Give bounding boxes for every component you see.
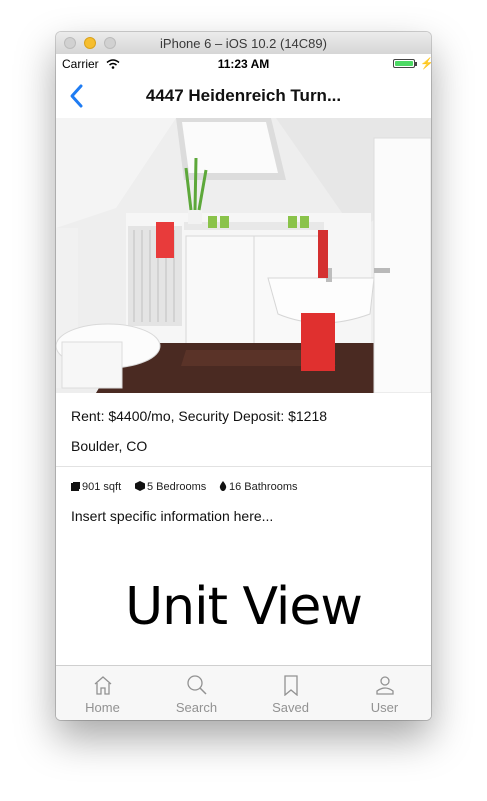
- tab-user[interactable]: User: [338, 666, 431, 720]
- tab-saved[interactable]: Saved: [244, 666, 337, 720]
- status-bar: Carrier 11:23 AM ⚡: [56, 54, 431, 74]
- page-title: 4447 Heidenreich Turn...: [145, 86, 342, 105]
- tab-search[interactable]: Search: [150, 666, 243, 720]
- square-icon: [71, 482, 80, 491]
- simulator-window: iPhone 6 – iOS 10.2 (14C89) Carrier 11:2…: [56, 32, 431, 720]
- battery-icon: [393, 59, 415, 68]
- charging-icon: ⚡: [420, 58, 431, 70]
- back-button[interactable]: [66, 83, 90, 109]
- tab-search-label: Search: [175, 700, 218, 715]
- window-title: iPhone 6 – iOS 10.2 (14C89): [160, 36, 327, 51]
- drop-icon: [219, 481, 227, 491]
- feature-bathrooms-label: 16 Bathrooms: [229, 481, 298, 493]
- feature-bedrooms: 5 Bedrooms: [135, 481, 206, 493]
- feature-sqft: 901 sqft: [71, 481, 121, 493]
- navigation-bar: 4447 Heidenreich Turn...: [56, 74, 431, 118]
- section-divider: [56, 466, 431, 467]
- feature-sqft-label: 901 sqft: [82, 481, 122, 493]
- window-titlebar: iPhone 6 – iOS 10.2 (14C89): [56, 32, 431, 55]
- chevron-left-icon: [70, 84, 83, 108]
- view-label: Unit View: [125, 577, 363, 637]
- tab-home[interactable]: Home: [56, 666, 149, 720]
- location-text: Boulder, CO: [71, 438, 148, 454]
- feature-bathrooms: 16 Bathrooms: [219, 481, 297, 493]
- user-icon: [375, 676, 394, 695]
- tab-home-label: Home: [85, 700, 120, 715]
- battery-level: [395, 61, 413, 66]
- bookmark-icon: [283, 675, 298, 696]
- feature-bedrooms-label: 5 Bedrooms: [147, 481, 207, 493]
- unit-photo: [56, 118, 431, 393]
- rent-text: Rent: $4400/mo, Security Deposit: $1218: [71, 408, 328, 424]
- status-time: 11:23 AM: [217, 57, 270, 71]
- cube-icon: [135, 481, 145, 491]
- phone-screen: Carrier 11:23 AM ⚡ 4447 Heidenreich Turn…: [56, 54, 431, 720]
- tab-saved-label: Saved: [272, 700, 309, 715]
- battery-tip: [415, 62, 417, 66]
- home-icon: [94, 676, 111, 695]
- search-icon: [186, 675, 207, 695]
- tab-user-label: User: [370, 700, 399, 715]
- tab-bar: Home Search Saved User: [56, 665, 431, 720]
- description-text: Insert specific information here...: [71, 508, 274, 524]
